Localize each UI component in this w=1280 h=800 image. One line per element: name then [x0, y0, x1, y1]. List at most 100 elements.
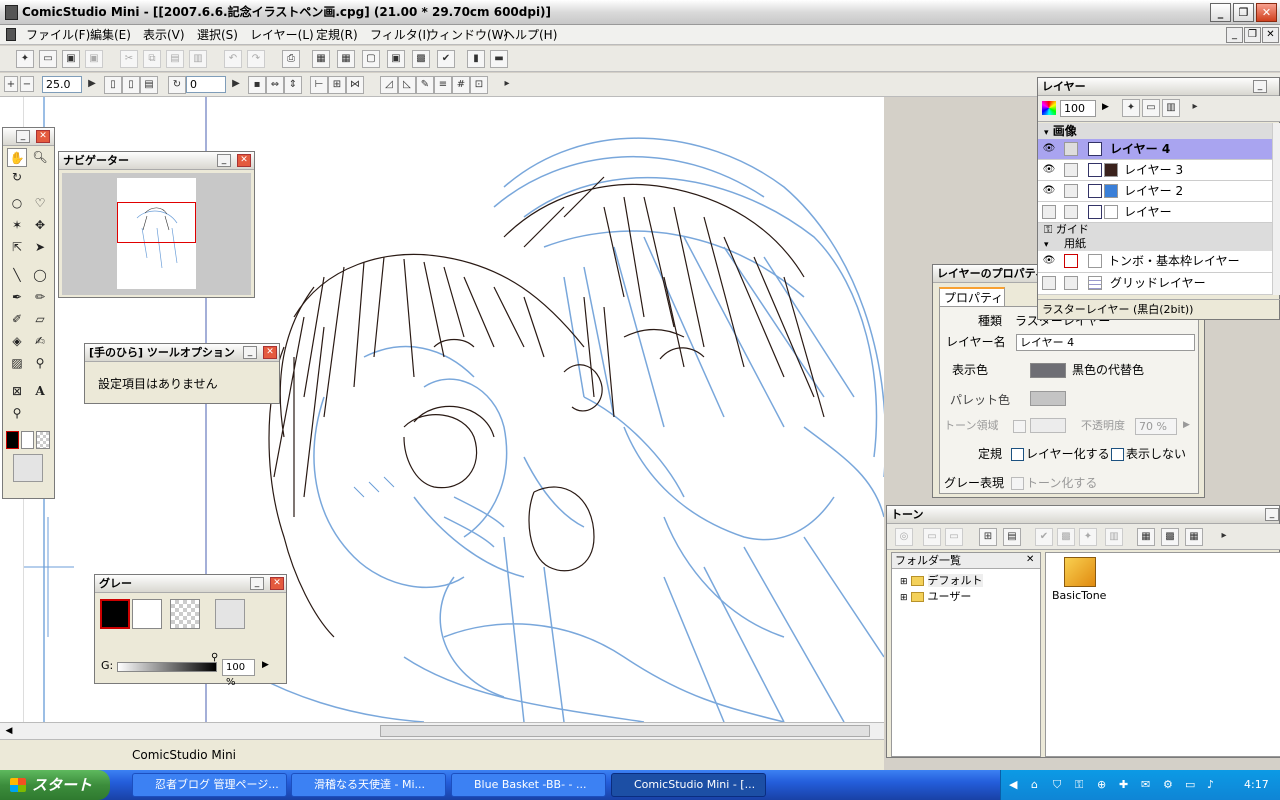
- tone-preview-icon[interactable]: ▦: [1137, 528, 1155, 546]
- menu-view[interactable]: 表示(V): [143, 25, 185, 45]
- new-layer-icon[interactable]: ✦: [1122, 99, 1140, 117]
- pen-ruler-icon[interactable]: ✎: [416, 76, 434, 94]
- checker-icon[interactable]: ▩: [412, 50, 430, 68]
- gray-value-arrow-icon[interactable]: ▶: [262, 660, 269, 670]
- save-all-icon[interactable]: ▣: [85, 50, 103, 68]
- fit-width-icon[interactable]: ▯: [122, 76, 140, 94]
- eraser-tool-icon[interactable]: ▱: [30, 310, 50, 329]
- group-image-expand-icon[interactable]: ▾: [1044, 128, 1049, 138]
- visibility-icon[interactable]: 👁︎: [1042, 184, 1056, 198]
- navigator-close-button[interactable]: ✕: [237, 154, 251, 167]
- display-color-swatch[interactable]: [1030, 363, 1066, 378]
- tone-remove-folder-icon[interactable]: ▭: [945, 528, 963, 546]
- tone-frame-icon[interactable]: ▣: [387, 50, 405, 68]
- expand-icon[interactable]: ⊞: [900, 577, 908, 587]
- lasso-icon[interactable]: ♡: [30, 194, 50, 213]
- scroll-thumb[interactable]: [380, 725, 870, 737]
- tone-checker-icon[interactable]: ▩: [1161, 528, 1179, 546]
- black-color-swatch[interactable]: [6, 431, 19, 449]
- folder-list-close-icon[interactable]: ✕: [1026, 554, 1034, 565]
- doc-close-button[interactable]: ✕: [1262, 27, 1279, 43]
- layer-opacity-field[interactable]: 100: [1060, 100, 1096, 117]
- gray-black-swatch[interactable]: [100, 599, 130, 629]
- gray-slider[interactable]: [117, 662, 217, 672]
- redo-icon[interactable]: ↷: [247, 50, 265, 68]
- opacity-arrow-icon[interactable]: ▶: [1183, 420, 1190, 430]
- rotate-icon[interactable]: ↻: [168, 76, 186, 94]
- menu-file[interactable]: ファイル(F): [26, 25, 90, 45]
- undo-icon[interactable]: ↶: [224, 50, 242, 68]
- transparent-color-swatch[interactable]: [36, 431, 50, 449]
- layer-row-grid[interactable]: グリッドレイヤー: [1038, 273, 1272, 295]
- flip-horizontal-icon[interactable]: ⇔: [266, 76, 284, 94]
- tray-monitor-icon[interactable]: ▭: [1185, 770, 1195, 800]
- fill-tool-icon[interactable]: ◈: [7, 332, 27, 351]
- group-guide[interactable]: ⚿ ガイド: [1038, 223, 1272, 237]
- tone-add-folder-icon[interactable]: ▭: [923, 528, 941, 546]
- tone-minimize-button[interactable]: _: [1265, 508, 1279, 521]
- tone-apply-icon[interactable]: ◎: [895, 528, 913, 546]
- group-paper[interactable]: ▾ 用紙: [1038, 237, 1272, 251]
- menu-edit[interactable]: 編集(E): [90, 25, 131, 45]
- fit-page-icon[interactable]: ▯: [104, 76, 122, 94]
- doc-minimize-button[interactable]: _: [1226, 27, 1243, 43]
- layer-opacity-arrow-icon[interactable]: ▶: [1102, 102, 1109, 112]
- image-icon[interactable]: ▬: [490, 50, 508, 68]
- folder-user[interactable]: ⊞ ユーザー: [900, 590, 971, 605]
- frame-icon[interactable]: ▢: [362, 50, 380, 68]
- gradient-icon[interactable]: ▮: [467, 50, 485, 68]
- flip-vertical-icon[interactable]: ⇕: [284, 76, 302, 94]
- menu-help[interactable]: ヘルプ(H): [503, 25, 557, 45]
- visibility-icon[interactable]: 👁︎: [1042, 142, 1056, 156]
- clock[interactable]: 4:17: [1244, 770, 1269, 800]
- doc-restore-button[interactable]: ❐: [1244, 27, 1261, 43]
- layer-row-trim[interactable]: 👁︎ トンボ・基本枠レイヤー: [1038, 251, 1272, 273]
- gray-close-button[interactable]: ✕: [270, 577, 284, 590]
- rotate-field[interactable]: 0: [186, 76, 226, 93]
- marker-tool-icon[interactable]: ✐: [7, 310, 27, 329]
- delete-layer-icon[interactable]: ▥: [1162, 99, 1180, 117]
- delete-icon[interactable]: ▥: [189, 50, 207, 68]
- grid-icon[interactable]: #: [452, 76, 470, 94]
- tone-convert-checkbox[interactable]: [1011, 477, 1024, 490]
- tools-minimize-button[interactable]: _: [16, 130, 30, 143]
- layer-settings-icon[interactable]: ▦: [337, 50, 355, 68]
- save-icon[interactable]: ▣: [62, 50, 80, 68]
- eyedropper-tool-icon[interactable]: ⚲: [7, 404, 27, 423]
- text-tool-icon[interactable]: A: [30, 382, 50, 401]
- center-icon[interactable]: ▪: [248, 76, 266, 94]
- group-paper-expand-icon[interactable]: ▾: [1044, 240, 1049, 250]
- frame-grid-icon[interactable]: ⊡: [470, 76, 488, 94]
- pen-tool-icon[interactable]: ✒: [7, 288, 27, 307]
- start-button[interactable]: スタート: [0, 770, 110, 800]
- move-tool-icon[interactable]: ✥: [30, 216, 50, 235]
- tray-shield-icon[interactable]: ⛉: [1053, 770, 1061, 800]
- visibility-icon[interactable]: 👁︎: [1042, 254, 1056, 268]
- brush-tool-icon[interactable]: ✍: [30, 332, 50, 351]
- menu-ruler[interactable]: 定規(R): [316, 25, 358, 45]
- tone-area-checkbox[interactable]: [1013, 420, 1026, 433]
- zoom-field[interactable]: 25.0: [42, 76, 82, 93]
- copy-icon[interactable]: ⧉: [143, 50, 161, 68]
- zoom-in-icon[interactable]: +: [4, 76, 18, 92]
- tools-close-button[interactable]: ✕: [36, 130, 50, 143]
- tone-new-icon[interactable]: ✦: [1079, 528, 1097, 546]
- page-settings-icon[interactable]: ▦: [312, 50, 330, 68]
- menu-window[interactable]: ウィンドウ(W): [427, 25, 508, 45]
- tab-properties[interactable]: プロパティ: [939, 287, 1005, 307]
- paste-icon[interactable]: ▤: [166, 50, 184, 68]
- layer-row-1[interactable]: レイヤー: [1038, 202, 1272, 223]
- visibility-off-icon[interactable]: [1042, 205, 1056, 219]
- edit-lock-icon[interactable]: [1064, 276, 1078, 290]
- lines-icon[interactable]: ≡: [434, 76, 452, 94]
- checkmark-icon[interactable]: ✔: [437, 50, 455, 68]
- gray-slider-handle-icon[interactable]: ⚲: [211, 652, 218, 663]
- gradient-tool-icon[interactable]: ▨: [7, 354, 27, 373]
- gray-minimize-button[interactable]: _: [250, 577, 264, 590]
- task-ninja-blog[interactable]: 忍者ブログ 管理ページ...: [132, 773, 287, 797]
- ruler-tool-icon[interactable]: ◿: [380, 76, 398, 94]
- tone-delete-icon[interactable]: ▥: [1105, 528, 1123, 546]
- hand-tool-icon[interactable]: ✋: [7, 148, 27, 167]
- ellipse-select-icon[interactable]: ○: [7, 194, 27, 213]
- navigator-viewport[interactable]: [62, 173, 251, 295]
